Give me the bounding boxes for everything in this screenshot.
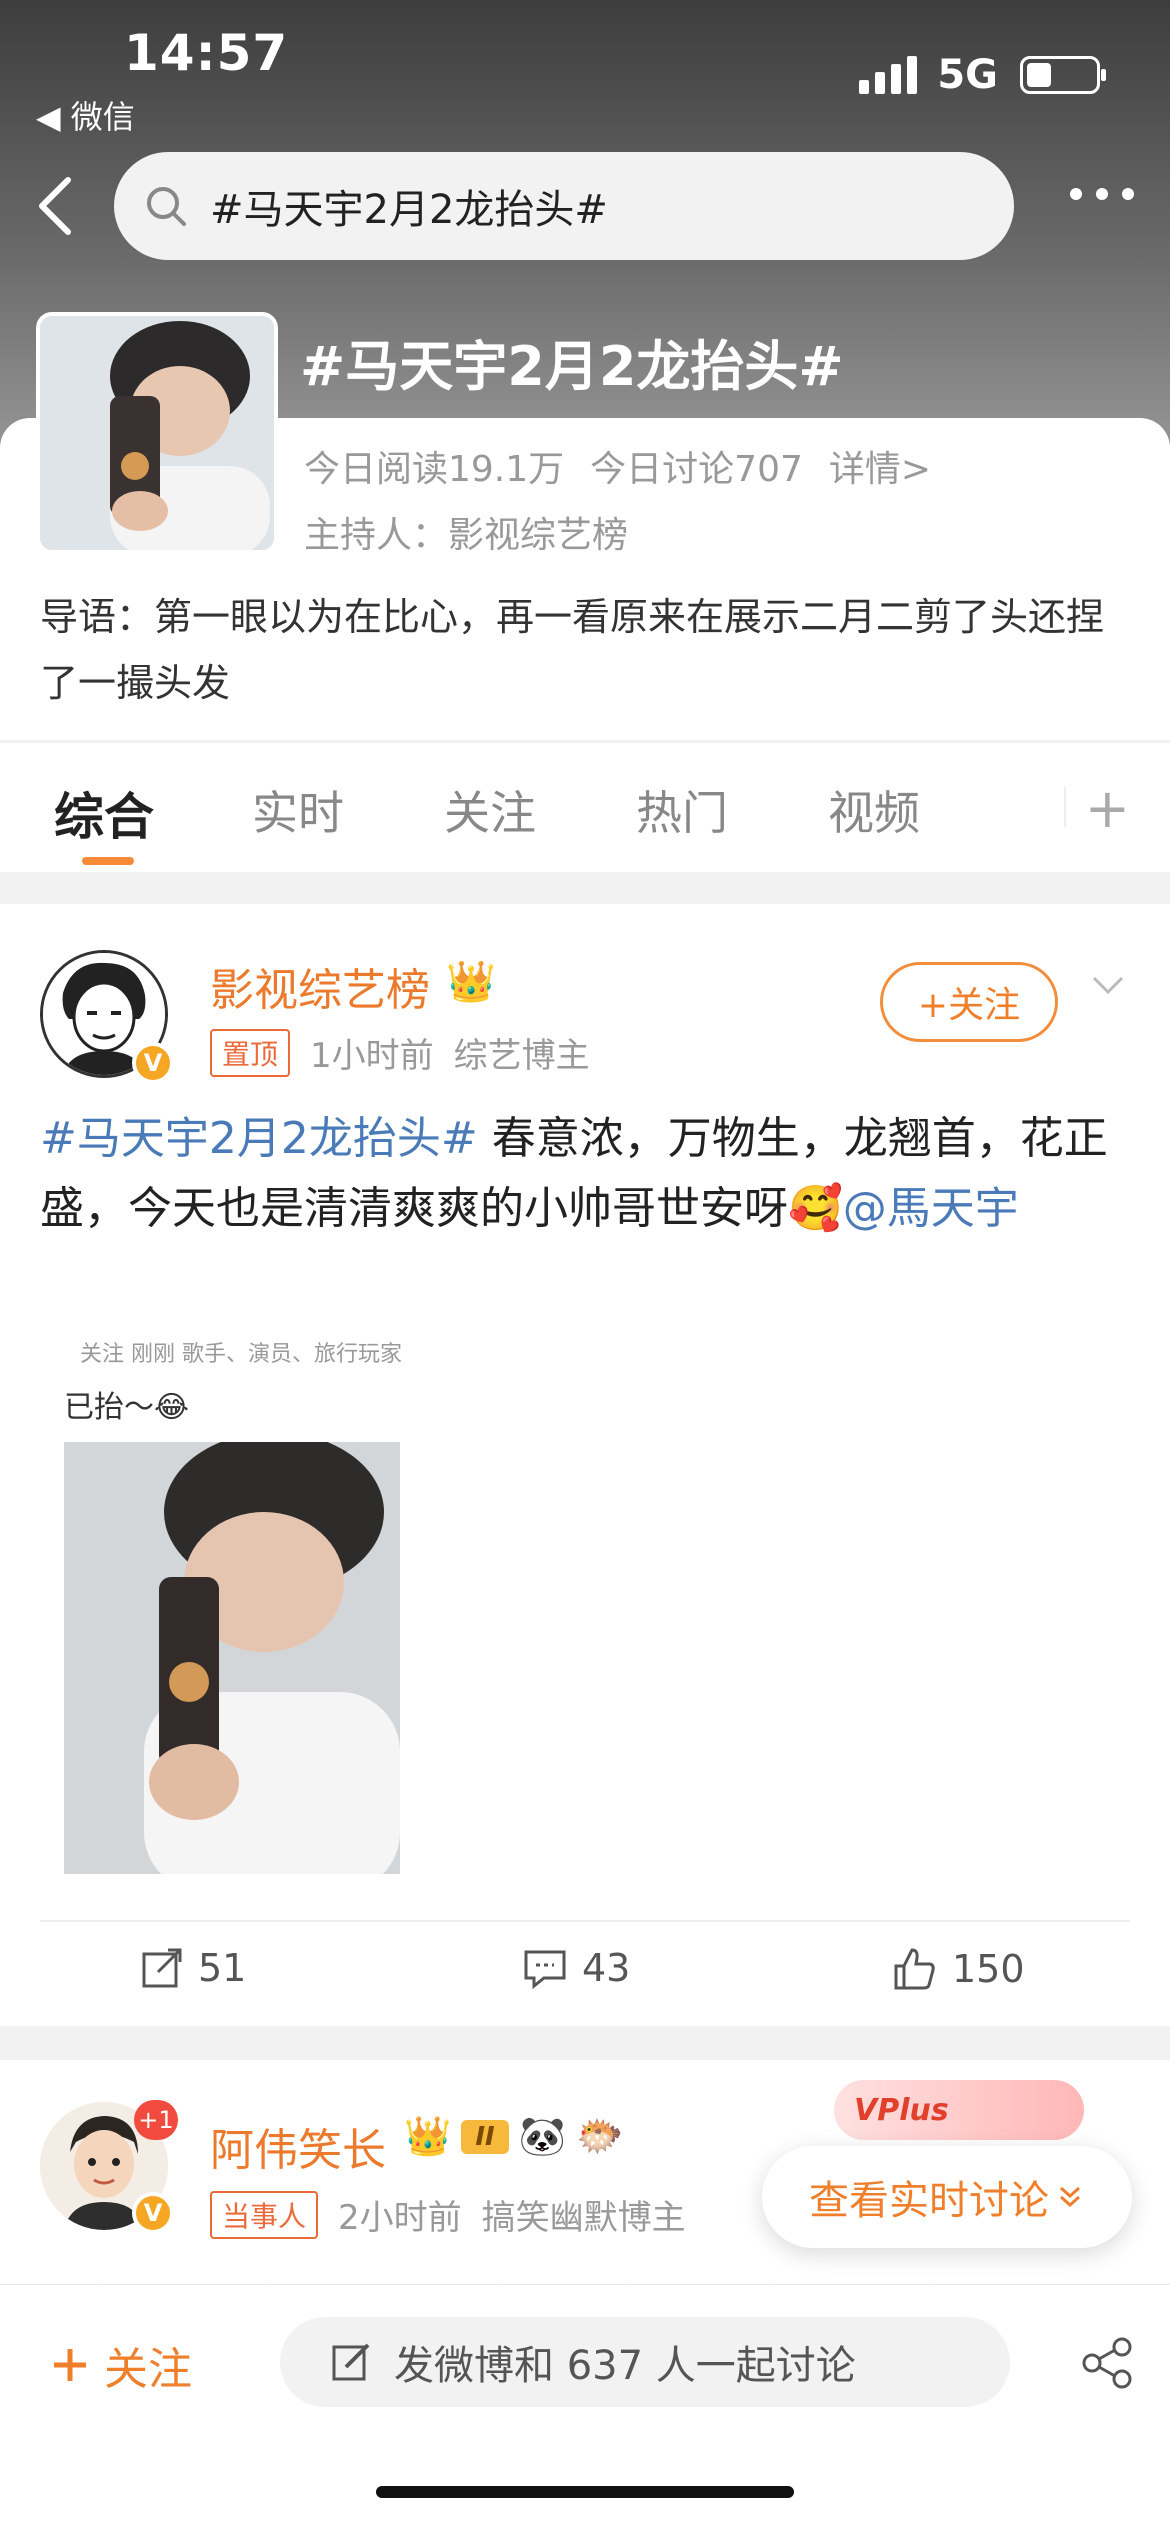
comment-count: 43 bbox=[582, 1946, 631, 1990]
compose-label: 发微博和 637 人一起讨论 bbox=[394, 2343, 856, 2389]
crown-icon: 👑 bbox=[446, 959, 496, 1005]
post-text: #马天宇2月2龙抬头# 春意浓，万物生，龙翘首，花正盛，今天也是清清爽爽的小帅哥… bbox=[40, 1104, 1130, 1244]
tab-separator bbox=[1064, 787, 1066, 827]
comment-button[interactable]: 43 bbox=[522, 1946, 630, 1990]
status-time: 14:57 bbox=[124, 24, 289, 82]
chevron-down-icon[interactable] bbox=[1088, 966, 1128, 1006]
share-icon[interactable] bbox=[1080, 2335, 1136, 2391]
verified-badge-icon: V bbox=[132, 2192, 174, 2234]
status-indicators: 5G bbox=[859, 52, 1106, 98]
tab-realtime[interactable]: 实时 bbox=[252, 777, 344, 843]
follow-topic-label: 关注 bbox=[104, 2344, 192, 2395]
topic-intro: 导语：第一眼以为在比心，再一看原来在展示二月二剪了头还捏了一撮头发 bbox=[40, 595, 1105, 705]
author-name[interactable]: 影视综艺榜 bbox=[210, 954, 430, 1018]
post-image[interactable]: 关注 刚刚 歌手、演员、旅行玩家 已抬～😂 bbox=[40, 1324, 720, 1874]
party-tag: 当事人 bbox=[210, 2190, 319, 2239]
repost-count: 51 bbox=[198, 1946, 247, 1990]
user-badges: 👑 II 🐼 🐡 bbox=[404, 2114, 623, 2159]
like-count: 150 bbox=[952, 1947, 1025, 1991]
discuss-count: 今日讨论707 bbox=[590, 449, 803, 490]
post-time: 1小时前 bbox=[310, 1036, 434, 1076]
plus-icon bbox=[54, 2349, 86, 2381]
crown-icon: 👑 bbox=[404, 2114, 452, 2158]
like-button[interactable]: 150 bbox=[892, 1946, 1025, 1992]
tab-bar: 综合 实时 关注 热门 视频 + bbox=[0, 742, 1170, 872]
author-name[interactable]: 阿伟笑长 bbox=[210, 2114, 386, 2178]
fish-icon: 🐡 bbox=[576, 2114, 624, 2158]
network-type: 5G bbox=[937, 52, 998, 98]
post-card: V 影视综艺榜 👑 置顶 1小时前 综艺博主 +关注 #马天宇2月2龙抬头# 春… bbox=[0, 904, 1170, 2026]
search-icon bbox=[147, 187, 186, 226]
tab-hot[interactable]: 热门 bbox=[636, 777, 728, 843]
read-count: 今日阅读19.1万 bbox=[304, 449, 565, 490]
pinned-tag: 置顶 bbox=[210, 1028, 291, 1077]
follow-topic-button[interactable]: 关注 bbox=[50, 2333, 192, 2397]
embedded-text: 已抬～😂 bbox=[64, 1390, 190, 1425]
live-discussion-button[interactable]: 查看实时讨论 bbox=[762, 2146, 1132, 2248]
double-chevron-down-icon bbox=[1060, 2186, 1080, 2208]
live-discussion-label: 查看实时讨论 bbox=[809, 2178, 1049, 2224]
add-tab-icon[interactable]: + bbox=[1085, 777, 1130, 840]
post-emoji: 🥰 bbox=[788, 1183, 843, 1234]
like-icon bbox=[894, 1948, 935, 1990]
embedded-meta: 关注 刚刚 歌手、演员、旅行玩家 bbox=[80, 1342, 402, 1367]
search-query: #马天宇2月2龙抬头# bbox=[210, 187, 608, 233]
tab-comprehensive[interactable]: 综合 bbox=[54, 777, 154, 849]
author-role: 搞笑幽默博主 bbox=[481, 2198, 686, 2238]
edit-icon bbox=[332, 2343, 370, 2381]
search-input[interactable]: #马天宇2月2龙抬头# bbox=[114, 152, 1014, 260]
repost-button[interactable]: 51 bbox=[140, 1946, 246, 1990]
comment-icon bbox=[524, 1950, 566, 1990]
active-tab-indicator bbox=[82, 857, 134, 865]
signal-icon bbox=[859, 56, 918, 94]
embedded-photo bbox=[64, 1442, 400, 1874]
level-badge: II bbox=[461, 2119, 509, 2154]
topic-stats: 今日阅读19.1万 今日讨论707 详情> bbox=[304, 440, 931, 492]
post-hashtag[interactable]: #马天宇2月2龙抬头# bbox=[40, 1113, 478, 1164]
vplus-badge[interactable]: VPlus bbox=[834, 2080, 1084, 2140]
topic-host[interactable]: 主持人：影视综艺榜 bbox=[304, 506, 628, 558]
verified-badge-icon: V bbox=[132, 1042, 174, 1084]
follow-button[interactable]: +关注 bbox=[880, 962, 1058, 1042]
author-role: 综艺博主 bbox=[453, 1036, 590, 1076]
post-time: 2小时前 bbox=[338, 2198, 462, 2238]
topic-title: #马天宇2月2龙抬头# bbox=[300, 335, 844, 398]
post-mention[interactable]: @馬天宇 bbox=[843, 1183, 1019, 1234]
battery-icon bbox=[1020, 56, 1106, 94]
post-meta: 置顶 1小时前 综艺博主 bbox=[210, 1028, 590, 1077]
panda-icon: 🐼 bbox=[518, 2114, 567, 2158]
plus-one-badge: +1 bbox=[134, 2100, 178, 2140]
compose-input[interactable]: 发微博和 637 人一起讨论 bbox=[280, 2317, 1010, 2407]
home-indicator[interactable] bbox=[376, 2486, 794, 2498]
back-arrow-icon[interactable] bbox=[34, 176, 76, 236]
post-meta: 当事人 2小时前 搞笑幽默博主 bbox=[210, 2190, 686, 2239]
back-to-wechat[interactable]: ◀ 微信 bbox=[36, 92, 135, 138]
tab-following[interactable]: 关注 bbox=[444, 777, 536, 843]
post-divider bbox=[40, 1920, 1130, 1922]
topic-thumbnail bbox=[36, 312, 278, 554]
repost-icon bbox=[142, 1948, 182, 1988]
more-options-icon[interactable] bbox=[1070, 188, 1134, 200]
details-link[interactable]: 详情> bbox=[829, 440, 931, 492]
tab-video[interactable]: 视频 bbox=[828, 777, 920, 843]
